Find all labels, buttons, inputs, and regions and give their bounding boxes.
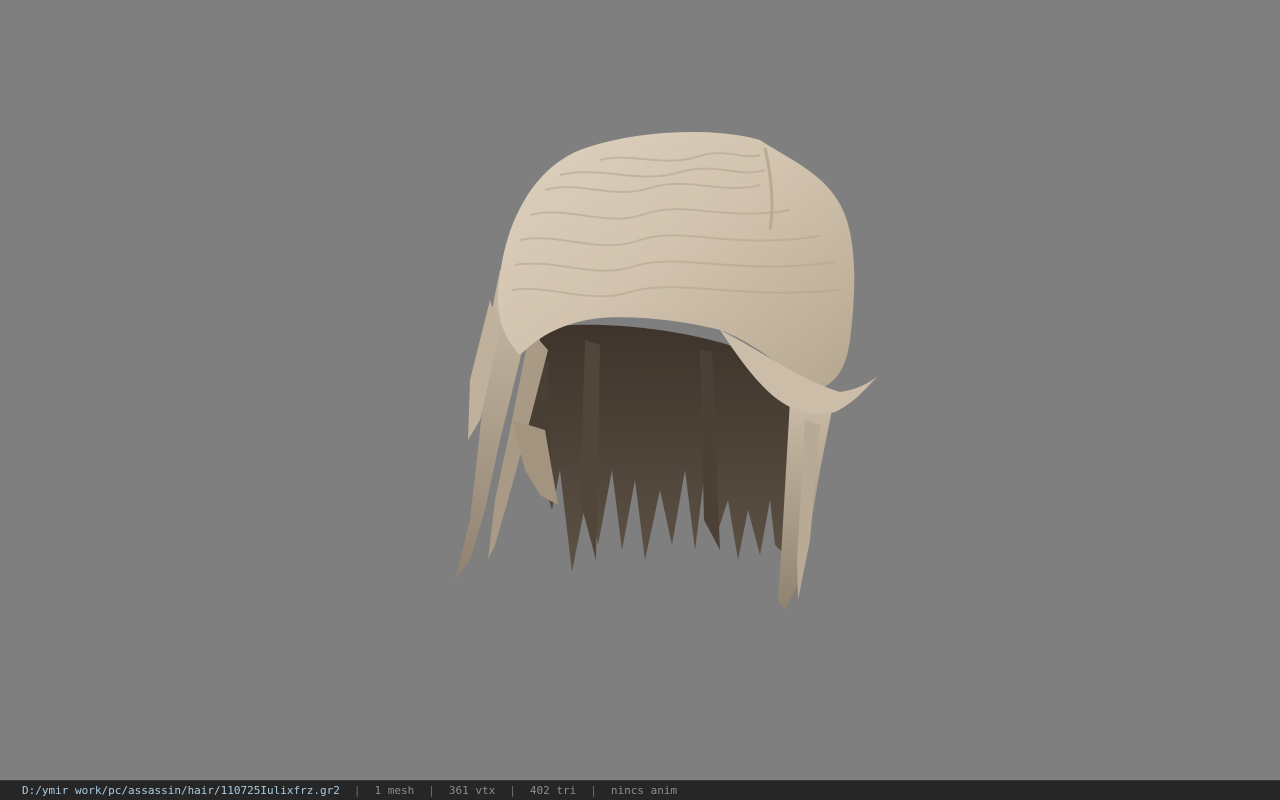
hair-model-render [455, 131, 878, 610]
file-path: D:/ymir work/pc/assassin/hair/110725Iuli… [22, 784, 340, 797]
status-separator: | [509, 784, 516, 797]
animation-status: nincs anim [610, 784, 678, 797]
3d-viewport[interactable] [0, 0, 1280, 780]
vertex-count: 361 vtx [448, 784, 496, 797]
mesh-count: 1 mesh [374, 784, 415, 797]
status-bar: D:/ymir work/pc/assassin/hair/110725Iuli… [0, 780, 1280, 800]
status-separator: | [590, 784, 597, 797]
status-separator: | [353, 784, 361, 797]
status-separator: | [428, 784, 435, 797]
triangle-count: 402 tri [529, 784, 577, 797]
